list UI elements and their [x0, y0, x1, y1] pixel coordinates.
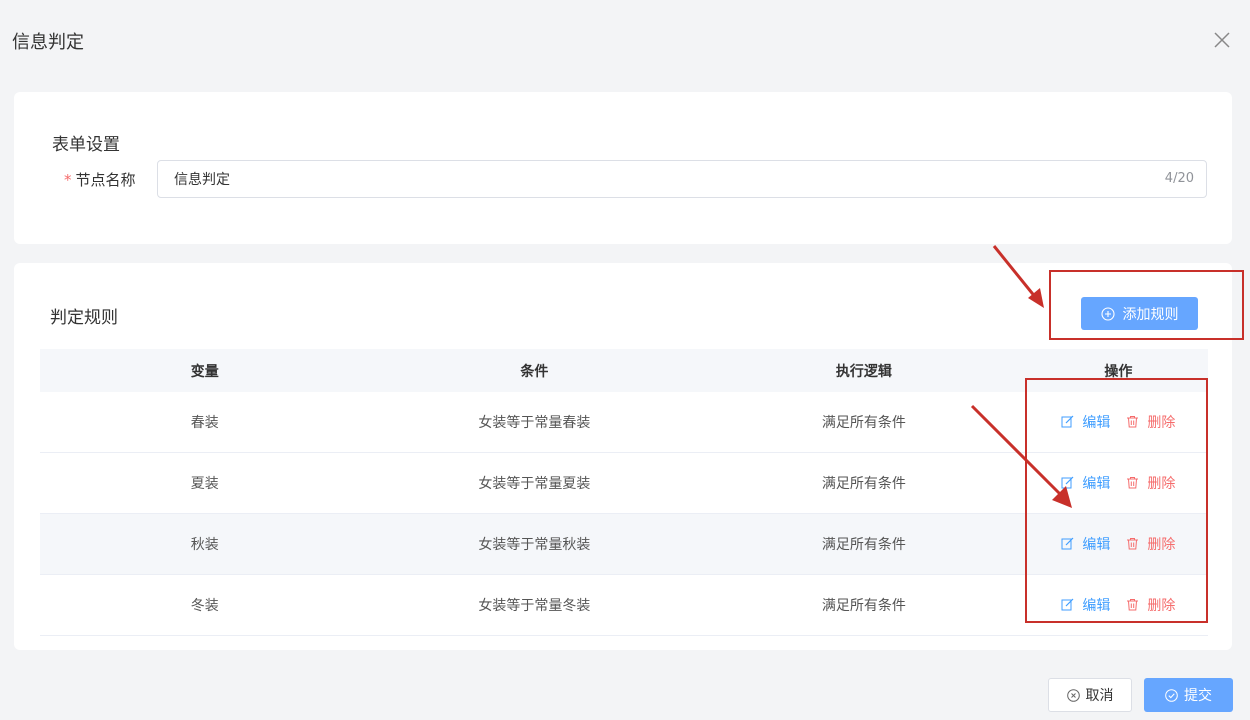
column-header-variable: 变量 — [40, 349, 370, 392]
cancel-button[interactable]: 取消 — [1048, 678, 1132, 712]
check-circle-icon — [1165, 688, 1178, 702]
cell-condition: 女装等于常量夏装 — [369, 452, 700, 514]
cell-variable: 秋装 — [40, 513, 370, 575]
dialog-header: 信息判定 — [0, 0, 1250, 80]
submit-label: 提交 — [1184, 688, 1212, 704]
cancel-label: 取消 — [1085, 688, 1114, 704]
node-name-label-text: 节点名称 — [75, 171, 136, 189]
node-name-input[interactable] — [158, 161, 1134, 197]
cell-logic: 满足所有条件 — [699, 513, 1029, 575]
close-icon[interactable] — [1212, 30, 1232, 50]
close-circle-icon — [1066, 688, 1080, 702]
cell-condition: 女装等于常量春装 — [369, 392, 700, 453]
submit-button[interactable]: 提交 — [1144, 678, 1233, 712]
add-rule-highlight — [1049, 270, 1244, 340]
form-settings-card: 表单设置 *节点名称 4/20 — [14, 92, 1232, 244]
cell-condition: 女装等于常量冬装 — [369, 574, 700, 636]
required-mark: * — [64, 171, 72, 189]
node-name-field[interactable]: 4/20 — [157, 160, 1207, 198]
dialog-title: 信息判定 — [12, 32, 84, 53]
node-name-label: * 节点名称 — [64, 169, 136, 190]
rules-title: 判定规则 — [50, 308, 118, 328]
column-header-logic: 执行逻辑 — [699, 349, 1029, 392]
cell-condition: 女装等于常量秋装 — [369, 513, 700, 575]
form-settings-title: 表单设置 — [52, 135, 120, 155]
cell-variable: 春装 — [40, 392, 370, 453]
column-header-condition: 条件 — [369, 349, 700, 392]
cell-variable: 夏装 — [40, 452, 370, 514]
annotation-arrow-edit — [970, 404, 1072, 508]
annotation-arrow-add — [992, 245, 1044, 308]
word-count: 4/20 — [1164, 171, 1194, 186]
cell-variable: 冬装 — [40, 574, 370, 636]
cell-logic: 满足所有条件 — [699, 574, 1029, 636]
